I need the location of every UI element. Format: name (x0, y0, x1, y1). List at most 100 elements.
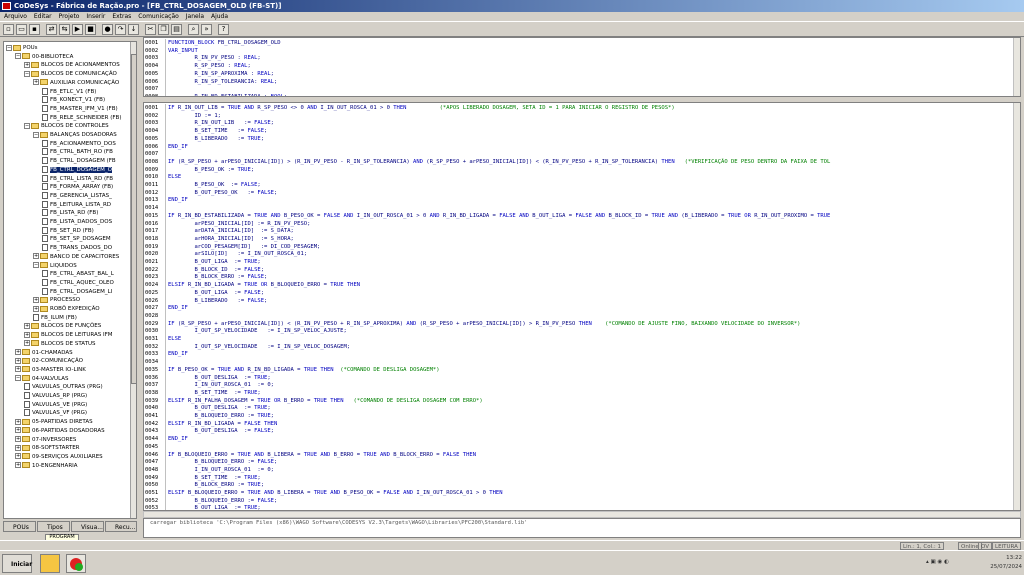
tree-item[interactable]: FB_CTRL_DOSAGEM (FB (42, 157, 116, 166)
tab-tipos[interactable]: Tipos (37, 521, 70, 532)
tree-item[interactable]: FB_CTRL_LISTA_RD (FB (42, 174, 113, 184)
code-line[interactable]: B_OUT_LIGA := TRUE; (168, 504, 260, 510)
collapse-icon[interactable]: − (24, 122, 30, 129)
tree-item[interactable]: VALVULAS_OUTRAS (PRG) (24, 383, 103, 392)
expand-icon[interactable]: + (15, 462, 21, 469)
expand-icon[interactable]: + (15, 418, 21, 425)
collapse-icon[interactable]: − (33, 131, 39, 138)
tree-item[interactable]: FB_KONECT_V1 (FB) (42, 96, 105, 105)
menu-arquivo[interactable]: Arquivo (4, 13, 27, 20)
tree-item[interactable]: VALVULAS_VE (PRG) (24, 400, 87, 410)
clock-time[interactable]: 13:22 (1006, 555, 1022, 561)
tree-item[interactable]: FB_ACIONAMENTO_DOS (42, 139, 116, 149)
run-icon[interactable]: ▶ (72, 24, 83, 35)
tree-folder[interactable]: − BLOCOS DE CONTROLES (24, 122, 109, 131)
tree-item[interactable]: FB_LISTA_DADOS_DOS (42, 218, 112, 227)
tree-folder[interactable]: − BLOCOS DE COMUNICAÇÃO (24, 70, 117, 79)
code-line[interactable]: I_OUT_SP_VELOCIDADE := I_IN_SP_VELOC_AJU… (168, 327, 346, 335)
collapse-icon[interactable]: − (15, 375, 21, 382)
tree-scrollbar[interactable] (130, 42, 136, 518)
tree-folder[interactable]: + BLOCOS DE STATUS (24, 340, 95, 349)
menu-extras[interactable]: Extras (112, 13, 131, 20)
expand-icon[interactable]: + (15, 349, 21, 355)
code-line[interactable]: END_IF (168, 196, 188, 204)
login-icon[interactable]: ⇄ (46, 24, 57, 35)
code-line[interactable]: IF R_IN_OUT_LIB = TRUE AND R_SP_PESO <> … (168, 104, 675, 112)
code-line[interactable]: IF (R_SP_PESO + arPESO_INICIAL[ID]) > (R… (168, 158, 830, 166)
tree-folder[interactable]: +03-MASTER IO-LINK (15, 366, 86, 375)
tree-folder[interactable]: +08-SOFTSTARTER (15, 444, 80, 453)
menu-editar[interactable]: Editar (34, 13, 52, 20)
paste-icon[interactable]: ▤ (171, 24, 182, 35)
tab-pous[interactable]: POUs (3, 521, 36, 532)
file-explorer-icon[interactable] (40, 554, 60, 573)
tree-folder[interactable]: + BLOCOS DE FUNÇÕES (24, 322, 101, 331)
breakpoint-icon[interactable]: ● (102, 24, 113, 35)
expand-icon[interactable]: + (24, 322, 30, 329)
tree-folder[interactable]: +06-PARTIDAS DOSADORAS (15, 427, 105, 436)
code-line[interactable]: END_IF (168, 304, 188, 312)
code-editor[interactable]: 0001 IF R_IN_OUT_LIB = TRUE AND R_SP_PESO… (143, 102, 1021, 511)
expand-icon[interactable]: + (24, 61, 30, 68)
collapse-icon[interactable]: − (15, 53, 21, 60)
tab-visualizacoes[interactable]: Visua... (71, 521, 104, 532)
menu-inserir[interactable]: Inserir (86, 13, 105, 20)
code-line[interactable]: END_IF (168, 435, 188, 443)
horizontal-scrollbar[interactable] (143, 511, 1021, 518)
new-file-icon[interactable]: ▫ (3, 24, 14, 35)
tree-folder[interactable]: + PROCESSO (33, 296, 80, 305)
tree-folder[interactable]: + AUXILIAR COMUNICAÇÃO (33, 79, 119, 88)
tree-item[interactable]: FB_GERENCIA_LISTAS_ (42, 191, 112, 201)
tree-item[interactable]: FB_LISTA_RD (FB) (42, 209, 98, 218)
collapse-icon[interactable]: − (33, 262, 39, 268)
step-in-icon[interactable]: ↓ (128, 24, 139, 35)
stop-icon[interactable]: ■ (85, 24, 96, 35)
menu-comunicacao[interactable]: Comunicação (138, 13, 179, 20)
tree-scroll-thumb[interactable] (131, 54, 136, 384)
tree-folder[interactable]: − BALANÇAS DOSADORAS (33, 131, 117, 140)
expand-icon[interactable]: + (33, 305, 39, 312)
tree-folder[interactable]: +10-ENGENHARIA (15, 462, 78, 471)
tree-item[interactable]: FB_CTRL_DOSAGEM_LI (42, 287, 112, 297)
clock-date[interactable]: 25/07/2024 (990, 564, 1022, 570)
tree-item[interactable]: FB_ETLC_V1 (FB) (42, 87, 96, 97)
expand-icon[interactable]: + (15, 453, 21, 460)
code-line[interactable]: END_IF (168, 350, 188, 358)
expand-icon[interactable]: + (15, 444, 21, 451)
tree-item[interactable]: FB_RELE_SCHNEIDER (FB) (42, 113, 121, 123)
codesys-icon[interactable] (66, 554, 86, 573)
tree-folder[interactable]: − POUs (6, 44, 38, 53)
tree-folder[interactable]: + BLOCOS DE ACIONAMENTOS (24, 61, 120, 70)
tree-folder[interactable]: +09-SERVIÇOS AUXILIARES (15, 453, 103, 462)
tree-item[interactable]: FB_CTRL_AQUEC_OLEO (42, 278, 114, 288)
copy-icon[interactable]: ❐ (158, 24, 169, 35)
menu-projeto[interactable]: Projeto (59, 13, 80, 20)
expand-icon[interactable]: + (15, 436, 21, 442)
tree-item[interactable]: VALVULAS_VF (PRG) (24, 409, 87, 418)
tree-item[interactable]: FB_CTRL_ABAST_BAL_L (42, 270, 114, 279)
expand-icon[interactable]: + (24, 331, 30, 338)
code-line[interactable]: R_IN_SP_TOLERANCIA: REAL; (168, 78, 277, 86)
tree-item[interactable]: FB_CTRL_DOSAGEM_O (42, 165, 112, 175)
tree-item[interactable]: FB_MASTER_IFM_V1 (FB) (42, 104, 118, 114)
tree-folder[interactable]: +01-CHAMADAS (15, 349, 73, 358)
tree-item[interactable]: FB_CTRL_BATH_RO (FB (42, 148, 113, 157)
cut-icon[interactable]: ✂ (145, 24, 156, 35)
menu-janela[interactable]: Janela (186, 13, 204, 20)
tab-recursos[interactable]: Recu... (105, 521, 137, 532)
tree-folder[interactable]: + BLOCOS DE LEITURAS IFM (24, 331, 113, 340)
tree-item[interactable]: FB_SET_SP_DOSAGEM (42, 235, 111, 244)
open-file-icon[interactable]: ▭ (16, 24, 27, 35)
code-scrollbar[interactable] (1013, 103, 1020, 510)
collapse-icon[interactable]: − (24, 70, 30, 77)
menu-ajuda[interactable]: Ajuda (211, 13, 228, 20)
tree-folder[interactable]: +07-INVERSORES (15, 436, 76, 445)
tree-item[interactable]: FB_ILUM (FB) (33, 313, 77, 323)
find-next-icon[interactable]: » (201, 24, 212, 35)
tree-folder[interactable]: + ROBÔ EXPEDIÇÃO (33, 305, 100, 314)
step-over-icon[interactable]: ↷ (115, 24, 126, 35)
tree-item[interactable]: FB_SET_RD (FB) (42, 226, 94, 236)
save-icon[interactable]: ▪ (29, 24, 40, 35)
logout-icon[interactable]: ⇆ (59, 24, 70, 35)
expand-icon[interactable]: + (33, 79, 39, 86)
